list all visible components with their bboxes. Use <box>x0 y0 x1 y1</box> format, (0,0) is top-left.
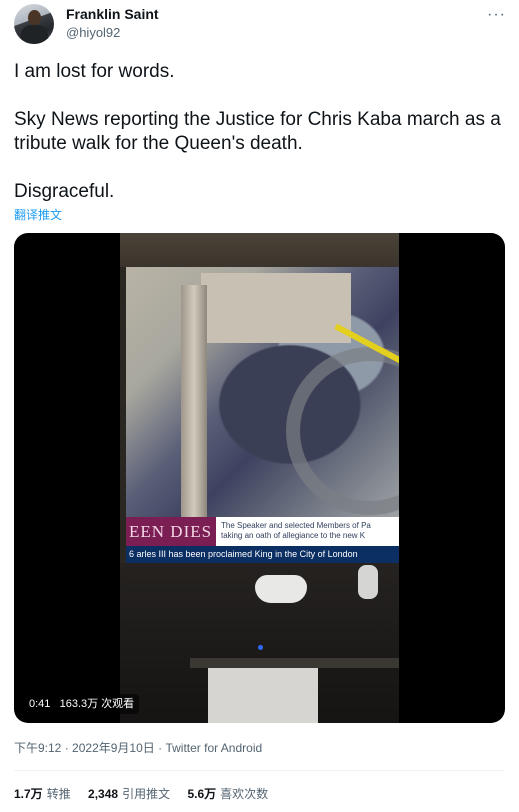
building <box>201 273 351 343</box>
tweet-date[interactable]: 2022年9月10日 <box>72 741 155 755</box>
retweets-count: 1.7万 <box>14 787 43 801</box>
banner-text: The Speaker and selected Members of Pa t… <box>216 517 399 546</box>
avatar-face <box>28 10 41 25</box>
video-time-views: 0:41 163.3万 次观看 <box>24 694 140 714</box>
avatar-body <box>21 25 48 44</box>
video-player[interactable]: EEN DIES The Speaker and selected Member… <box>14 233 505 723</box>
author-handle[interactable]: @hiyol92 <box>66 25 120 40</box>
news-ticker: 6 arles III has been proclaimed King in … <box>126 546 399 563</box>
author-name[interactable]: Franklin Saint <box>66 6 159 22</box>
video-frame: EEN DIES The Speaker and selected Member… <box>120 233 399 723</box>
console-led <box>258 645 263 650</box>
tweet-time[interactable]: 下午9:12 <box>14 741 61 755</box>
likes-count: 5.6万 <box>187 787 217 801</box>
likes-label: 喜欢次数 <box>220 787 269 801</box>
quotes-label: 引用推文 <box>122 787 171 801</box>
quotes-count: 2,348 <box>88 787 119 801</box>
tv-screen-aerial-crowd <box>126 267 399 517</box>
divider <box>14 770 505 771</box>
avatar[interactable] <box>14 4 54 44</box>
video-duration: 0:41 <box>29 698 51 710</box>
tweet-source: Twitter for Android <box>165 741 263 755</box>
tv-bezel <box>120 233 399 267</box>
tweet-text: I am lost for words. Sky News reporting … <box>14 60 504 228</box>
more-dots-icon[interactable]: ··· <box>487 6 506 24</box>
video-views: 163.3万 次观看 <box>59 698 135 710</box>
news-banner: EEN DIES The Speaker and selected Member… <box>126 517 399 546</box>
game-controller <box>358 565 378 599</box>
tweet-meta: 下午9:12 · 2022年9月10日 · Twitter for Androi… <box>14 739 262 756</box>
separator: · <box>64 741 73 755</box>
tweet-paragraph: Sky News reporting the Justice for Chris… <box>14 109 501 154</box>
banner-text-line: taking an oath of allegiance to the new … <box>221 531 366 540</box>
console-box <box>208 668 318 723</box>
game-controller <box>255 575 307 603</box>
translate-tweet-link[interactable]: 翻译推文 <box>14 206 62 223</box>
tweet: Franklin Saint @hiyol92 ··· I am lost fo… <box>0 0 519 812</box>
banner-text-line: The Speaker and selected Members of Pa <box>221 521 371 530</box>
retweets-stat[interactable]: 1.7万 转推 <box>14 787 71 801</box>
likes-stat[interactable]: 5.6万 喜欢次数 <box>187 787 268 801</box>
tweet-paragraph: Disgraceful. <box>14 181 115 202</box>
shelf <box>190 658 399 668</box>
roundabout <box>286 347 399 515</box>
retweets-label: 转推 <box>46 787 71 801</box>
tweet-paragraph: I am lost for words. <box>14 61 175 82</box>
quotes-stat[interactable]: 2,348 引用推文 <box>88 787 170 801</box>
tweet-stats: 1.7万 转推 2,348 引用推文 5.6万 喜欢次数 <box>14 785 282 802</box>
column-monument <box>181 285 207 517</box>
banner-headline: EEN DIES <box>126 517 216 546</box>
